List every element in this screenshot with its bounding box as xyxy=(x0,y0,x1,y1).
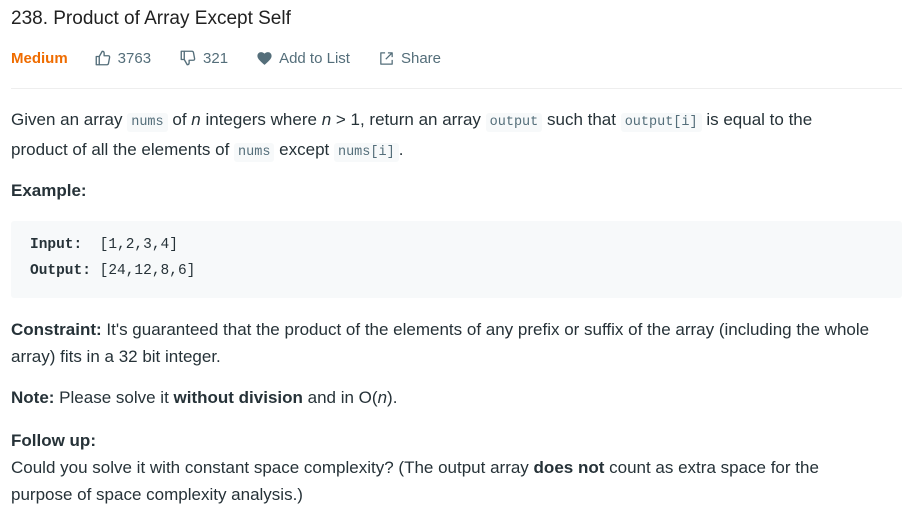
statement-line-2: product of all the elements of nums exce… xyxy=(11,140,404,162)
follow-up-paragraph: Could you solve it with constant space c… xyxy=(11,458,819,504)
inline-code: output xyxy=(485,113,543,132)
example-output-line: Output: [24,12,8,6] xyxy=(30,263,195,279)
example-input-value: [1,2,3,4] xyxy=(99,237,178,253)
dislikes-count: 321 xyxy=(203,49,229,67)
constraint-label: Constraint: xyxy=(11,320,102,339)
problem-statement: Given an array nums of n integers where … xyxy=(11,106,902,166)
example-input-line: Input: [1,2,3,4] xyxy=(30,237,178,253)
thumbs-down-icon xyxy=(180,50,196,66)
difficulty-badge: Medium xyxy=(11,49,68,67)
likes-count: 3763 xyxy=(117,49,152,67)
inline-code: nums xyxy=(127,113,168,132)
add-to-list-button[interactable]: Add to List xyxy=(256,50,350,67)
share-button[interactable]: Share xyxy=(378,50,441,67)
problem-meta-bar: Medium 3763 321 Add to List Share xyxy=(11,47,469,69)
example-code-block: Input: [1,2,3,4] Output: [24,12,8,6] xyxy=(11,221,902,298)
inline-code: nums xyxy=(234,143,275,162)
inline-code: nums[i] xyxy=(333,143,399,162)
share-label: Share xyxy=(400,49,441,67)
example-output-label: Output: xyxy=(30,263,91,279)
follow-up-heading: Follow up: xyxy=(11,431,96,450)
note-paragraph: Note: Please solve it without division a… xyxy=(11,388,398,407)
statement-line-1: Given an array nums of n integers where … xyxy=(11,110,813,132)
like-button[interactable]: 3763 xyxy=(94,49,151,67)
header-divider xyxy=(11,88,902,89)
share-icon xyxy=(380,51,393,65)
thumbs-up-icon xyxy=(95,50,110,66)
note-label: Note: xyxy=(11,388,55,407)
heart-icon xyxy=(257,51,272,65)
add-to-list-label: Add to List xyxy=(279,49,350,67)
constraint-paragraph: Constraint: It's guaranteed that the pro… xyxy=(11,320,870,366)
example-input-label: Input: xyxy=(30,237,83,253)
dislike-button[interactable]: 321 xyxy=(179,49,228,67)
example-output-value: [24,12,8,6] xyxy=(99,263,196,279)
example-heading: Example: xyxy=(11,181,87,200)
problem-title: 238. Product of Array Except Self xyxy=(11,8,291,29)
inline-code: output[i] xyxy=(620,113,702,132)
